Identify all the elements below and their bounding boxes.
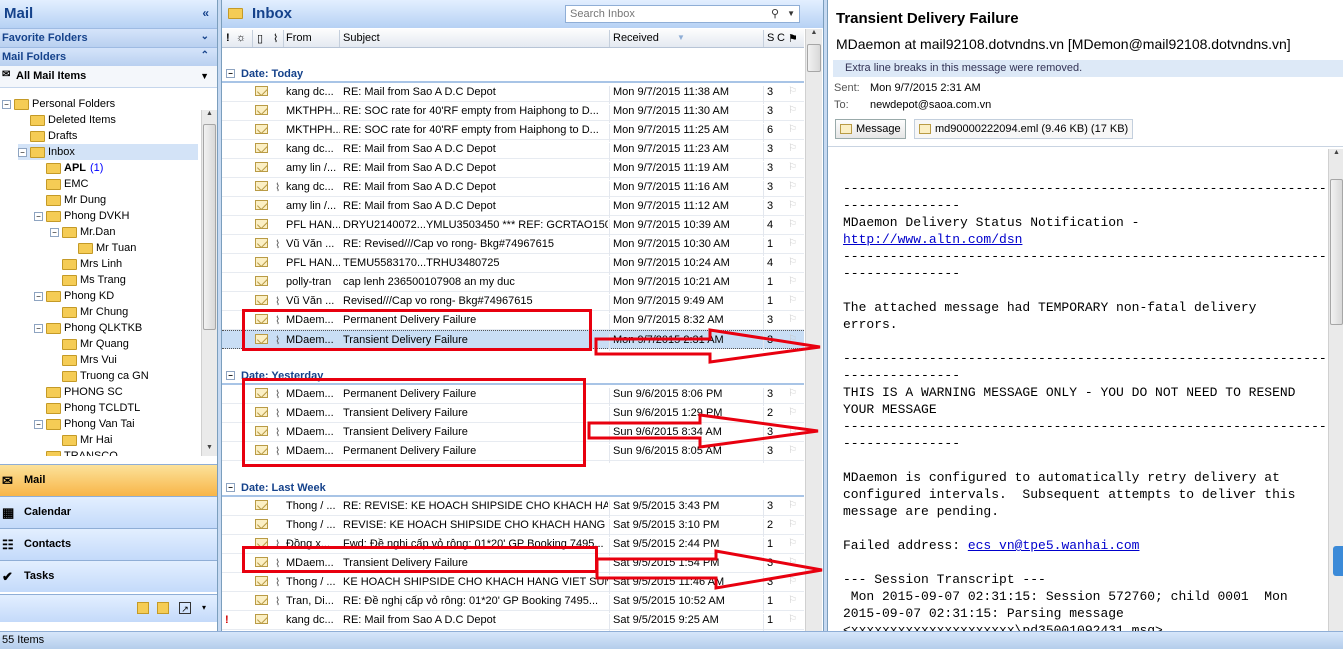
- annotation-arrow-2: [587, 413, 819, 449]
- annotation-arrow-3: [595, 549, 823, 590]
- annotation-arrows: [587, 328, 823, 590]
- annotation-arrow-1: [594, 328, 821, 364]
